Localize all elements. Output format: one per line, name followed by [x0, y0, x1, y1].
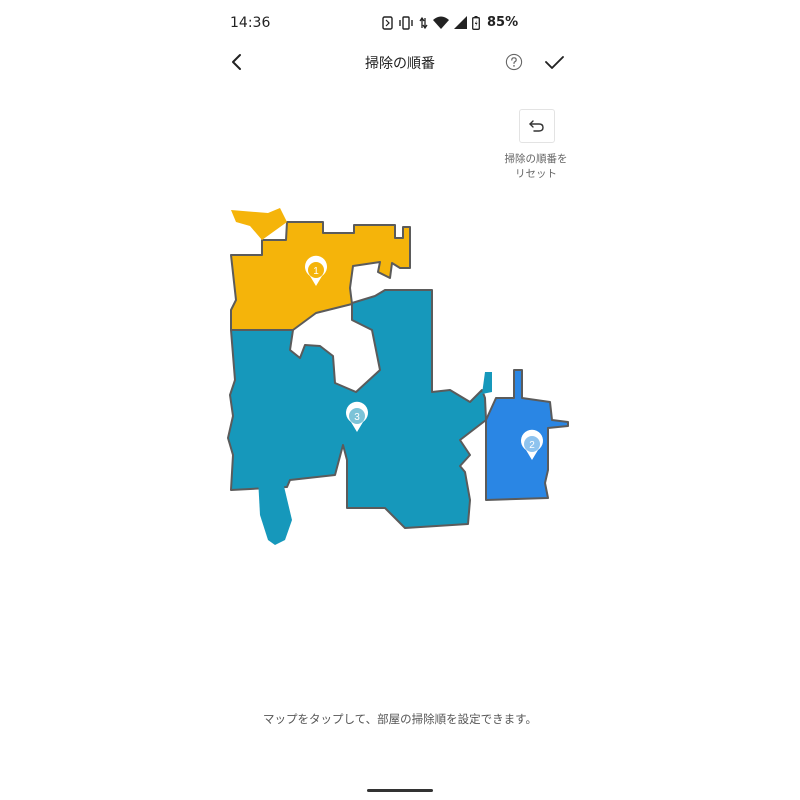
- instruction-text: マップをタップして、部屋の掃除順を設定できます。: [263, 712, 537, 726]
- floor-map[interactable]: 1 2 3: [0, 0, 800, 800]
- room-2-number: 2: [529, 440, 535, 451]
- home-indicator[interactable]: [367, 789, 433, 792]
- room-1-corridor[interactable]: [231, 208, 287, 240]
- room-1-number: 1: [313, 266, 319, 277]
- room-3-arm[interactable]: [482, 372, 492, 394]
- room-3-number: 3: [354, 412, 360, 423]
- room-3-strip[interactable]: [258, 478, 292, 545]
